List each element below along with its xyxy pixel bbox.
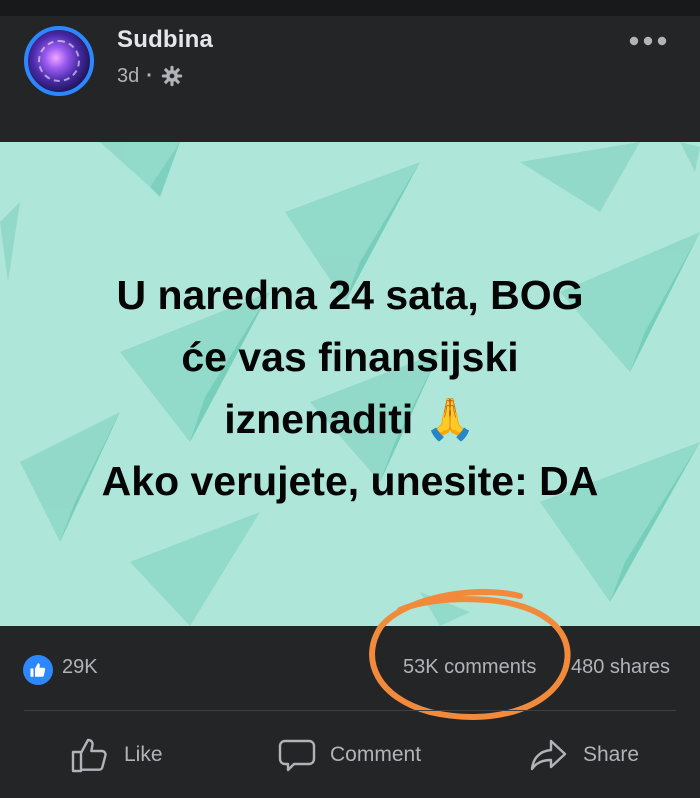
gear-icon[interactable] xyxy=(161,65,183,87)
post-time[interactable]: 3d xyxy=(117,65,139,88)
like-reaction-icon[interactable] xyxy=(23,655,53,685)
image-text-line-1: U naredna 24 sata, BOG xyxy=(116,272,584,318)
post-image[interactable]: U naredna 24 sata, BOG će vas finansijsk… xyxy=(0,142,700,626)
image-text-line-3: iznenaditi 🙏 xyxy=(224,396,476,442)
share-arrow-icon xyxy=(530,739,567,771)
post-image-text: U naredna 24 sata, BOG će vas finansijsk… xyxy=(0,264,700,512)
image-text-line-2: će vas finansijski xyxy=(181,334,519,380)
comment-label: Comment xyxy=(330,743,422,766)
status-bar-strip xyxy=(0,0,700,16)
like-label: Like xyxy=(124,743,163,766)
comments-count[interactable]: 53K comments xyxy=(403,656,536,679)
more-options-icon[interactable] xyxy=(628,34,668,46)
speech-bubble-icon xyxy=(278,739,316,772)
share-button[interactable]: Share xyxy=(529,730,639,780)
likes-count[interactable]: 29K xyxy=(62,656,98,679)
avatar-ring xyxy=(38,40,80,82)
share-label: Share xyxy=(583,743,640,766)
thumbs-up-icon xyxy=(71,738,107,773)
stats-divider xyxy=(24,710,676,711)
shares-count[interactable]: 480 shares xyxy=(571,656,670,679)
like-button[interactable]: Like xyxy=(70,730,163,780)
meta-separator: · xyxy=(146,64,153,87)
comment-button[interactable]: Comment xyxy=(278,730,421,780)
post-meta: 3d · xyxy=(117,64,183,88)
image-text-line-4: Ako verujete, unesite: DA xyxy=(101,458,599,504)
page-name[interactable]: Sudbina xyxy=(117,26,213,54)
post-header xyxy=(0,16,700,142)
page-avatar[interactable] xyxy=(24,26,94,96)
